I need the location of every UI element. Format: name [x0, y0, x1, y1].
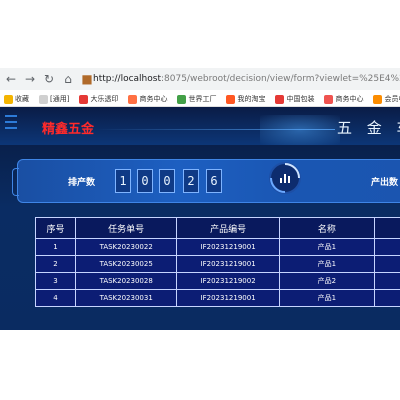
bookmark-label: 我的淘宝 [237, 95, 266, 103]
bookmark-item[interactable]: 商务中心 [324, 94, 363, 104]
table-cell: IF20231219001 [176, 255, 280, 273]
bookmark-label: [通用] [50, 95, 70, 103]
bookmark-icon [4, 94, 13, 104]
bookmark-label: 中国包装 [286, 95, 315, 103]
bookmark-icon [39, 94, 48, 104]
table-cell: 1 [35, 238, 76, 256]
reload-icon[interactable]: ↻ [41, 71, 57, 87]
url-host: http://localhost [93, 74, 161, 84]
address-bar[interactable]: http://localhost:8075/webroot/decision/v… [90, 71, 400, 87]
chart-ring-icon [269, 162, 301, 194]
dashboard-title: 五 金 车 [337, 119, 400, 137]
table-cell-cut [373, 238, 400, 256]
bookmark-item[interactable]: 收藏 [4, 94, 29, 104]
bookmark-item[interactable]: 会员中心 [373, 94, 400, 104]
bookmark-item[interactable]: 大乐透印 [79, 94, 118, 104]
bookmark-item[interactable]: 中国包装 [275, 94, 314, 104]
second-stat-label: 产出数 [371, 178, 399, 188]
table-cell-cut [373, 272, 400, 290]
bookmark-icon [226, 94, 236, 104]
table-cell: 产品2 [278, 272, 375, 290]
table-cell: TASK20230031 [74, 289, 178, 307]
table-cell: 产品1 [278, 255, 375, 273]
output-digit: 2 [183, 169, 199, 193]
dashboard-header: 精鑫五金 五 金 车 [0, 107, 400, 145]
bookmark-item[interactable]: 商务中心 [128, 94, 167, 104]
forward-icon[interactable]: → [22, 71, 38, 87]
back-icon[interactable]: ← [3, 71, 19, 87]
bookmark-item[interactable]: 我的淘宝 [226, 94, 265, 104]
column-header: 名称 [278, 217, 375, 239]
bookmark-label: 商务中心 [335, 95, 364, 103]
table-cell: 产品1 [278, 289, 375, 307]
table-cell: 3 [35, 272, 76, 290]
table-row[interactable]: 2 TASK20230025 IF20231219001 产品1 [35, 255, 400, 273]
bookmark-label: 商务中心 [139, 95, 168, 103]
bookmark-icon [128, 94, 138, 104]
column-header-cut [373, 217, 400, 239]
bookmark-icon [79, 94, 89, 104]
header-left-decoration [5, 111, 23, 141]
bookmark-item[interactable]: [通用] [39, 94, 69, 104]
output-digit: 0 [159, 169, 175, 193]
bookmark-label: 会员中心 [384, 95, 400, 103]
bookmark-icon [177, 94, 187, 104]
header-line [95, 129, 335, 130]
table-row[interactable]: 3 TASK20230028 IF20231219002 产品2 [35, 272, 400, 290]
bookmark-label: 收藏 [15, 95, 29, 103]
page-bottom [0, 330, 400, 400]
task-table: 序号 任务单号 产品编号 名称 1 TASK20230022 IF202312190… [35, 217, 400, 313]
table-row[interactable]: 4 TASK20230031 IF20231219001 产品1 [35, 289, 400, 307]
bookmark-label: 大乐透印 [90, 95, 119, 103]
stats-bar: 排产数 1 0 0 2 6 产出数 [12, 159, 400, 203]
home-icon[interactable]: ⌂ [60, 71, 76, 87]
table-cell: 2 [35, 255, 76, 273]
table-cell: TASK20230022 [74, 238, 178, 256]
column-header: 序号 [35, 217, 76, 239]
table-cell: 4 [35, 289, 76, 307]
table-cell: 产品1 [278, 238, 375, 256]
company-name: 精鑫五金 [42, 122, 95, 137]
output-digit: 1 [115, 169, 131, 193]
output-digit: 0 [137, 169, 153, 193]
output-digit: 6 [206, 169, 222, 193]
table-cell: IF20231219002 [176, 272, 280, 290]
dashboard: 精鑫五金 五 金 车 排产数 1 0 0 2 6 产出数 序号 任务单号 产品编… [0, 107, 400, 330]
column-header: 任务单号 [74, 217, 178, 239]
table-header-row: 序号 任务单号 产品编号 名称 [35, 217, 400, 239]
table-cell: IF20231219001 [176, 289, 280, 307]
bookmark-icon [373, 94, 383, 104]
bookmark-item[interactable]: 世界工厂 [177, 94, 216, 104]
bookmark-icon [275, 94, 285, 104]
header-glow [260, 115, 340, 145]
table-row[interactable]: 1 TASK20230022 IF20231219001 产品1 [35, 238, 400, 256]
table-cell: IF20231219001 [176, 238, 280, 256]
stats-bar-edge [12, 168, 19, 196]
table-cell-cut [373, 255, 400, 273]
bookmark-label: 世界工厂 [188, 95, 217, 103]
bookmarks-bar: 收藏[通用]大乐透印商务中心世界工厂我的淘宝中国包装商务中心会员中心中国纺 [0, 92, 400, 107]
column-header: 产品编号 [176, 217, 280, 239]
url-path: :8075/webroot/decision/view/form?viewlet… [160, 74, 400, 84]
table-cell: TASK20230028 [74, 272, 178, 290]
table-cell: TASK20230025 [74, 255, 178, 273]
table-cell-cut [373, 289, 400, 307]
bookmark-icon [324, 94, 334, 104]
output-label: 排产数 [68, 178, 96, 188]
